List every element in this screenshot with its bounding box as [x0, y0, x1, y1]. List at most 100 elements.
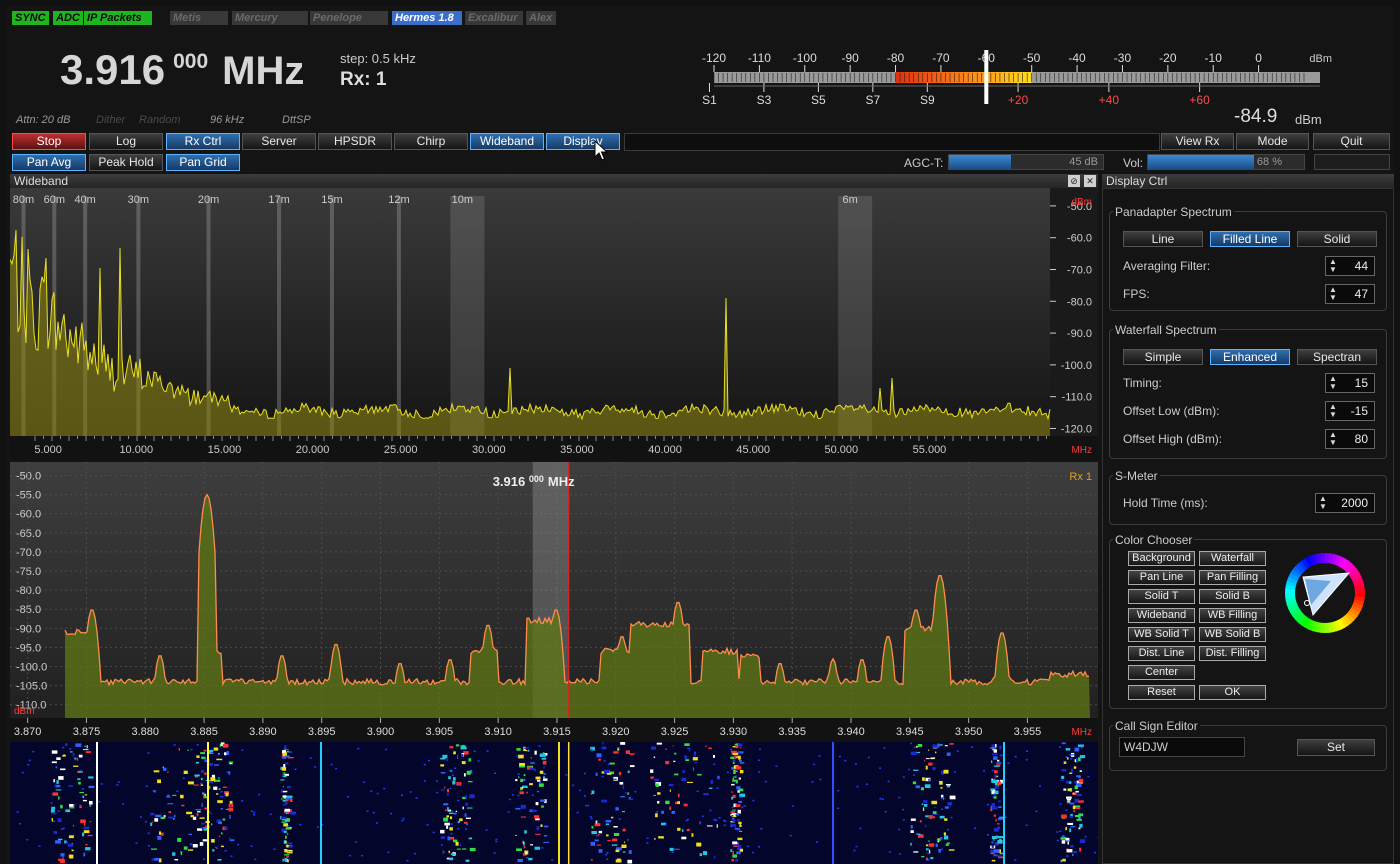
waterfall-pixel	[590, 746, 595, 751]
waterfall-pixel	[738, 788, 744, 792]
panadapter-mode-line-button[interactable]: Line	[1123, 231, 1203, 247]
call-sign-input[interactable]: W4DJW	[1119, 737, 1245, 757]
waterfall-pixel	[816, 841, 818, 843]
waterfall-pixel	[522, 840, 524, 844]
waterfall-pixel	[596, 844, 602, 846]
color-pan-line-button[interactable]: Pan Line	[1128, 570, 1195, 585]
color-pan-filling-button[interactable]: Pan Filling	[1199, 570, 1266, 585]
waterfall-pixel	[701, 815, 704, 817]
spinner-arrows-icon[interactable]: ▲ ▼	[1329, 286, 1337, 302]
fps-spinner[interactable]: ▲ ▼ 47	[1325, 284, 1375, 304]
waterfall-pixel	[218, 821, 222, 825]
waterfall-pixel	[362, 781, 365, 783]
color-reset-button[interactable]: Reset	[1128, 685, 1195, 700]
color-wb-filling-button[interactable]: WB Filling	[1199, 608, 1266, 623]
waterfall-pixel	[62, 755, 66, 757]
panadapter-mode-solid-button[interactable]: Solid	[1297, 231, 1377, 247]
waterfall-pixel	[992, 753, 998, 755]
offset-low-spinner[interactable]: ▲ ▼ -15	[1325, 401, 1375, 421]
waterfall-pixel	[213, 747, 219, 751]
waterfall-pixel	[940, 787, 943, 789]
waterfall-pixel	[1074, 785, 1078, 790]
spinner-arrows-icon[interactable]: ▲ ▼	[1329, 403, 1337, 419]
spinner-arrows-icon[interactable]: ▲ ▼	[1329, 431, 1337, 447]
waterfall-mode-enhanced-button[interactable]: Enhanced	[1210, 349, 1290, 365]
waterfall-pixel	[200, 784, 204, 786]
server-button[interactable]: Server	[242, 133, 316, 150]
waterfall-pixel	[628, 798, 633, 801]
waterfall-pixel	[627, 770, 630, 773]
waterfall-pixel	[168, 811, 171, 814]
color-wb-solid-t-button[interactable]: WB Solid T	[1128, 627, 1195, 642]
chirp-button[interactable]: Chirp	[394, 133, 468, 150]
waterfall-pixel	[915, 785, 921, 789]
waterfall-pixel	[180, 794, 184, 799]
waterfall-pixel	[677, 801, 680, 804]
volume-slider[interactable]: 68 %	[1147, 154, 1305, 170]
panadapter-x-tick-label: 3.870	[14, 726, 42, 738]
spinner-arrows-icon[interactable]: ▲ ▼	[1329, 258, 1337, 274]
waterfall-pixel	[213, 786, 218, 790]
peak-hold-button[interactable]: Peak Hold	[89, 154, 163, 171]
hold-time-spinner[interactable]: ▲ ▼ 2000	[1315, 493, 1375, 513]
waterfall-pixel	[180, 852, 183, 856]
frequency-display[interactable]: 3.916 000 MHz	[60, 46, 304, 96]
waterfall-pixel	[622, 828, 626, 832]
waterfall-pixel	[465, 802, 469, 806]
waterfall-pixel	[1007, 762, 1010, 764]
color-center-button[interactable]: Center	[1128, 665, 1195, 680]
fps-label: FPS:	[1123, 287, 1150, 301]
waterfall-pixel	[837, 790, 840, 792]
wideband-pin-button[interactable]: ⊘	[1068, 175, 1080, 187]
waterfall-pixel	[933, 806, 936, 809]
waterfall-pixel	[617, 746, 620, 749]
averaging-filter-spinner[interactable]: ▲ ▼ 44	[1325, 256, 1375, 276]
wideband-button[interactable]: Wideband	[470, 133, 544, 150]
waterfall[interactable]	[10, 742, 1098, 864]
rx-ctrl-button[interactable]: Rx Ctrl	[166, 133, 240, 150]
color-solid-b-button[interactable]: Solid B	[1199, 589, 1266, 604]
spinner-arrows-icon[interactable]: ▲ ▼	[1329, 375, 1337, 391]
panadapter-mode-filled-line-button[interactable]: Filled Line	[1210, 231, 1290, 247]
color-solid-t-button[interactable]: Solid T	[1128, 589, 1195, 604]
waterfall-mode-spectran-button[interactable]: Spectran	[1297, 349, 1377, 365]
waterfall-pixel	[732, 809, 736, 811]
call-sign-set-button[interactable]: Set	[1297, 739, 1375, 756]
waterfall-pixel	[740, 762, 745, 764]
waterfall-pixel	[460, 746, 467, 750]
spinner-arrows-icon[interactable]: ▲ ▼	[1319, 495, 1327, 511]
color-waterfall-button[interactable]: Waterfall	[1199, 551, 1266, 566]
color-dist-line-button[interactable]: Dist. Line	[1128, 646, 1195, 661]
timing-spinner[interactable]: ▲ ▼ 15	[1325, 373, 1375, 393]
hpsdr-button[interactable]: HPSDR	[318, 133, 392, 150]
wideband-spectrum[interactable]: 160m80m60m40m30m20m17m15m12m10m6m-50.0-6…	[10, 188, 1098, 460]
waterfall-pixel	[910, 751, 917, 755]
waterfall-pixel	[671, 810, 676, 814]
pan-grid-button[interactable]: Pan Grid	[166, 154, 240, 171]
log-button[interactable]: Log	[89, 133, 163, 150]
panadapter[interactable]: -50.0 -55.0 -60.0 -65.0 -70.0 -75.0 -80.0 -85.0…	[10, 462, 1098, 742]
view-rx-button[interactable]: View Rx	[1161, 133, 1234, 150]
quit-button[interactable]: Quit	[1313, 133, 1390, 150]
band-label-20m: 20m	[198, 194, 219, 206]
waterfall-mode-simple-button[interactable]: Simple	[1123, 349, 1203, 365]
mode-button[interactable]: Mode	[1236, 133, 1309, 150]
offset-high-spinner[interactable]: ▲ ▼ 80	[1325, 429, 1375, 449]
color-wheel[interactable]	[1283, 551, 1367, 635]
color-background-button[interactable]: Background	[1128, 551, 1195, 566]
offset-high-value: 80	[1354, 432, 1368, 446]
color-dist-filling-button[interactable]: Dist. Filling	[1199, 646, 1266, 661]
color-ok-button[interactable]: OK	[1199, 685, 1266, 700]
wideband-db-tick-label: -100.0	[1061, 360, 1092, 372]
stop-button[interactable]: Stop	[12, 133, 86, 150]
agc-threshold-slider[interactable]: 45 dB	[948, 154, 1104, 170]
wideband-close-button[interactable]: ✕	[1084, 175, 1096, 187]
fps-value: 47	[1354, 287, 1368, 301]
pan-avg-button[interactable]: Pan Avg	[12, 154, 86, 171]
color-wideband-button[interactable]: Wideband	[1128, 608, 1195, 623]
waterfall-pixel	[565, 774, 568, 776]
waterfall-pixel	[28, 759, 31, 762]
waterfall-pixel	[177, 837, 182, 842]
color-wb-solid-b-button[interactable]: WB Solid B	[1199, 627, 1266, 642]
waterfall-pixel	[60, 804, 63, 809]
